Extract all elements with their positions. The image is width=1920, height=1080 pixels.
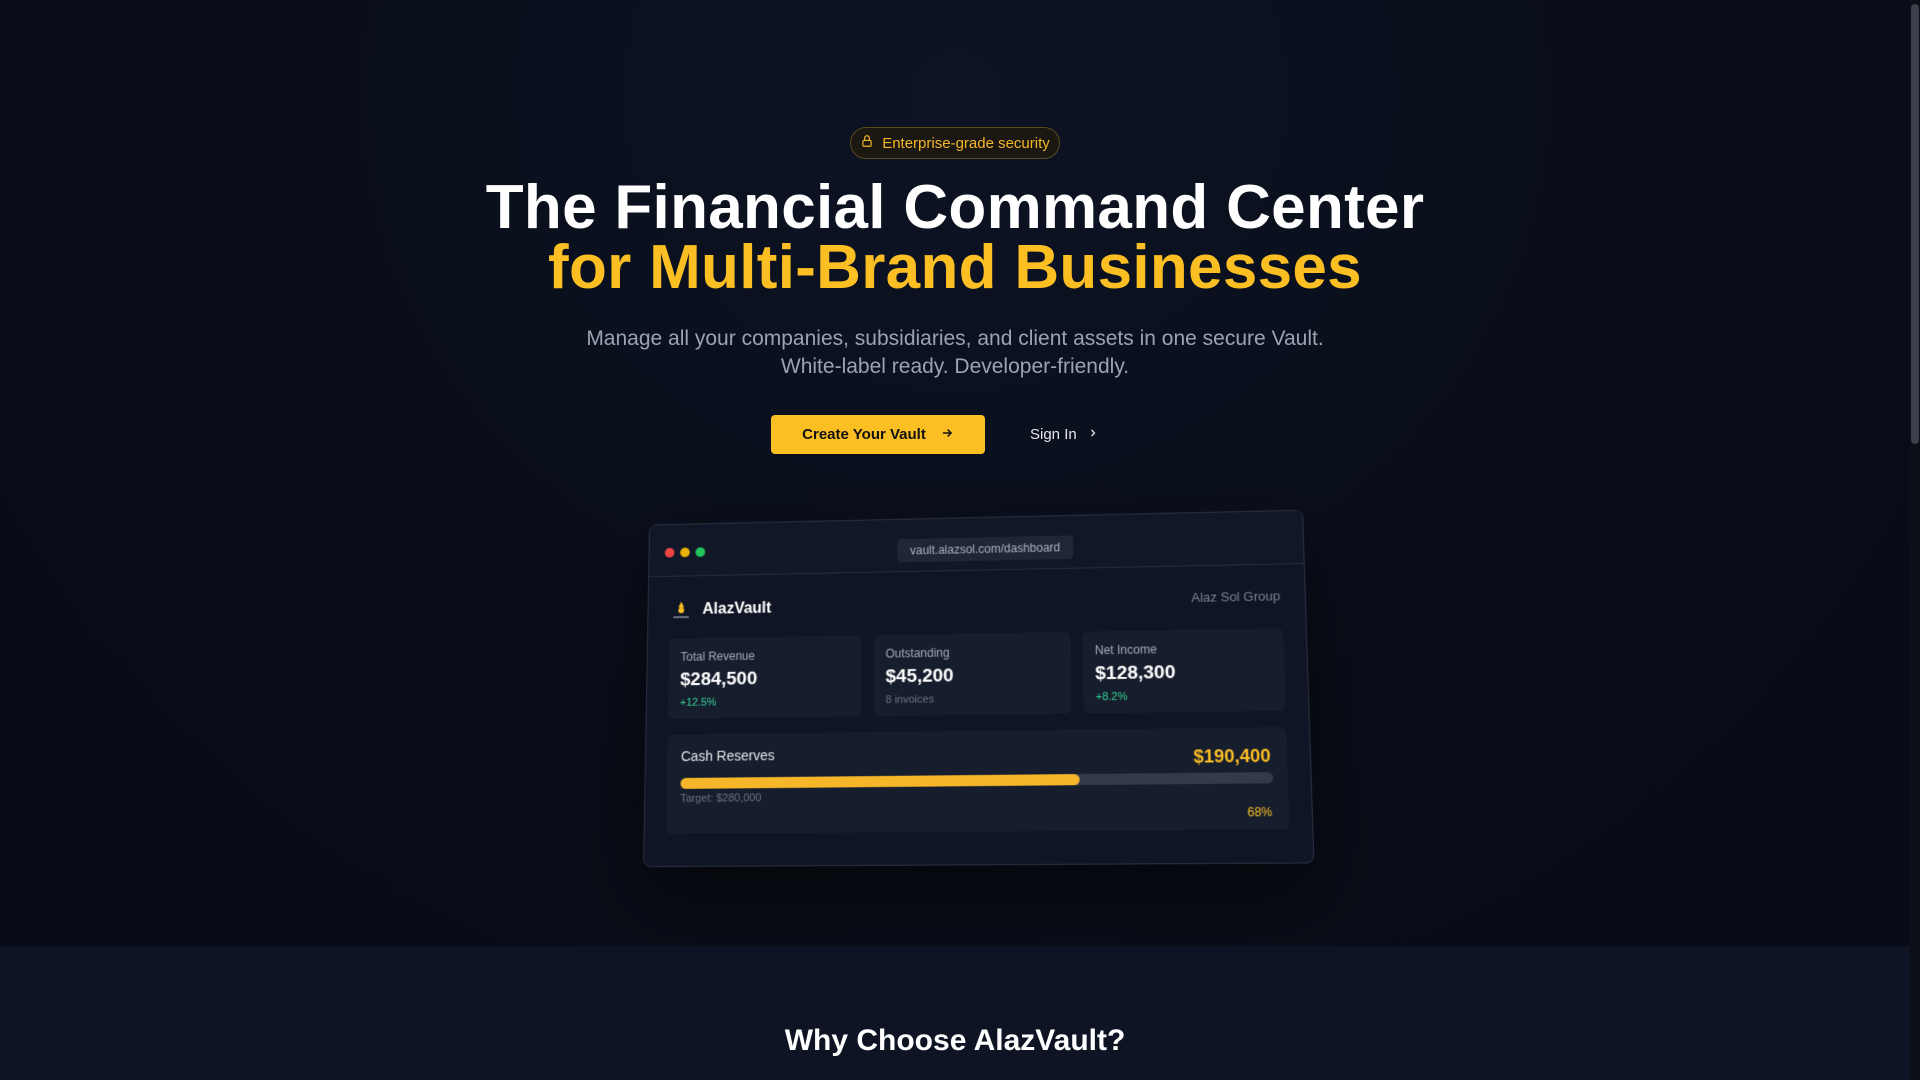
arrow-right-icon <box>940 426 954 444</box>
hero-subtitle: Manage all your companies, subsidiaries,… <box>586 327 1324 378</box>
window-controls <box>664 547 706 558</box>
stat-change: +12.5% <box>679 696 717 709</box>
group-name: Alaz Sol Group <box>1191 588 1281 605</box>
reserves-value: $190,400 <box>1193 745 1271 767</box>
stat-card-net-income: Net Income $128,300 +8.2% <box>1082 628 1286 714</box>
stat-note: 8 invoices <box>885 693 935 707</box>
dashboard-window: vault.alazsol.com/dashboard AlazVault Al… <box>643 509 1315 868</box>
minimize-dot-icon <box>680 547 690 558</box>
badge-label: Enterprise-grade security <box>882 134 1050 152</box>
page-title: The Financial Command Center for Multi-B… <box>0 173 1910 302</box>
sign-in-link[interactable]: Sign In <box>1030 415 1110 454</box>
dashboard-preview: vault.alazsol.com/dashboard AlazVault Al… <box>643 509 1315 868</box>
reserves-progress-fill <box>680 774 1080 789</box>
stat-value: $128,300 <box>1095 662 1176 685</box>
headline-line-1: The Financial Command Center <box>485 173 1425 242</box>
create-vault-label: Create Your Vault <box>802 426 926 443</box>
maximize-dot-icon <box>695 547 706 558</box>
headline-line-2: for Multi-Brand Businesses <box>548 233 1362 302</box>
stat-label: Net Income <box>1094 642 1157 658</box>
stat-cards: Total Revenue $284,500 +12.5% Outstandin… <box>667 628 1286 719</box>
scrollbar-thumb[interactable] <box>1911 4 1919 444</box>
stat-label: Outstanding <box>885 645 950 661</box>
stat-value: $45,200 <box>885 665 954 688</box>
stat-card-revenue: Total Revenue $284,500 +12.5% <box>667 635 862 719</box>
reserves-label: Cash Reserves <box>680 747 775 765</box>
features-title: Why Choose AlazVault? <box>784 1024 1126 1057</box>
sign-in-label: Sign In <box>1030 426 1077 443</box>
features-section <box>0 946 1910 1080</box>
close-dot-icon <box>664 547 675 558</box>
security-badge: Enterprise-grade security <box>850 127 1060 159</box>
reserves-progress-track <box>680 772 1274 789</box>
cash-reserves-panel: Cash Reserves $190,400 Target: $280,000 … <box>666 727 1290 834</box>
stat-label: Total Revenue <box>680 648 756 664</box>
stat-card-outstanding: Outstanding $45,200 8 invoices <box>873 631 1072 717</box>
page-scrollbar[interactable] <box>1910 0 1920 1080</box>
stat-value: $284,500 <box>680 668 758 691</box>
url-bar: vault.alazsol.com/dashboard <box>897 535 1074 563</box>
create-vault-button[interactable]: Create Your Vault <box>771 415 985 454</box>
lock-icon <box>860 134 874 152</box>
dashboard-body: AlazVault Alaz Sol Group Total Revenue $… <box>644 564 1313 854</box>
chevron-right-icon <box>1087 426 1099 443</box>
brand-name: AlazVault <box>702 599 772 618</box>
reserves-target: Target: $280,000 <box>680 792 762 805</box>
stat-change: +8.2% <box>1095 690 1128 704</box>
reserves-percent: 68% <box>1247 804 1273 820</box>
alazvault-logo-icon <box>669 599 692 623</box>
